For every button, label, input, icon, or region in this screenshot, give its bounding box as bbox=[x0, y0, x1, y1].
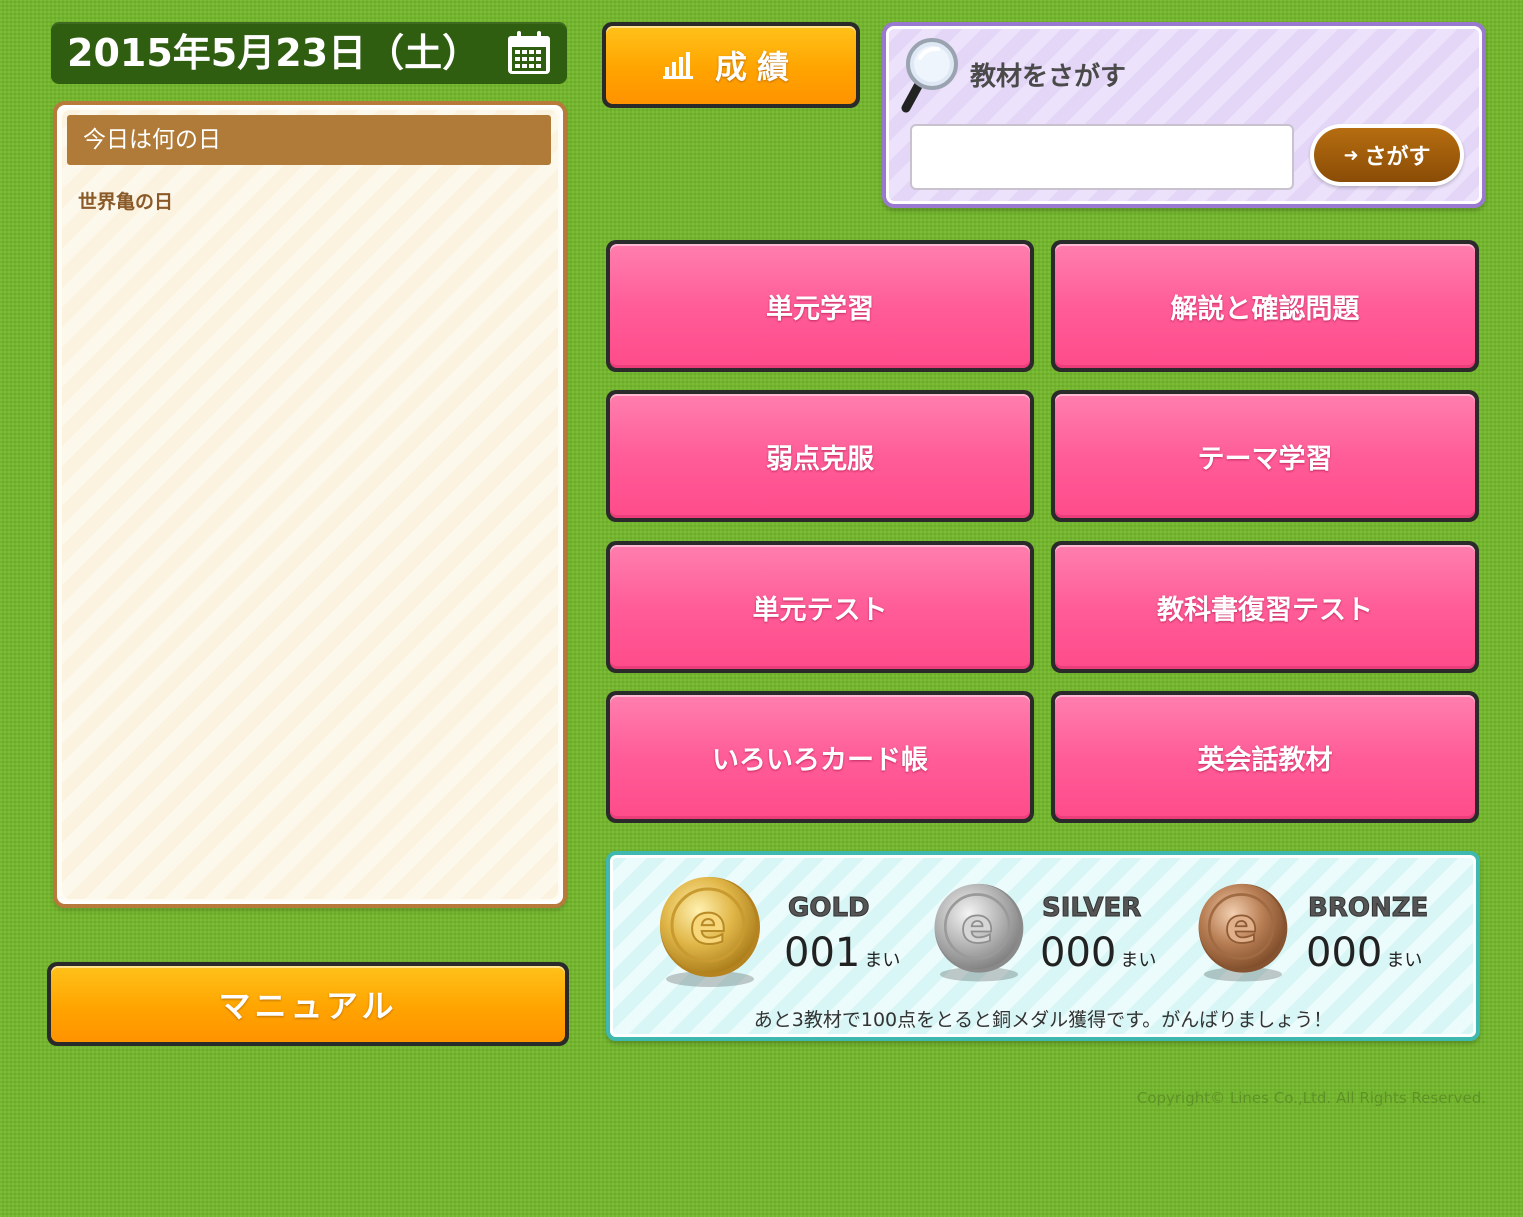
medal-message: あと3教材で100点をとると銅メダル獲得です。がんばりましょう！ bbox=[753, 1009, 1333, 1031]
menu-button-face[interactable]: 単元学習 bbox=[610, 244, 1030, 368]
menu-button-face[interactable]: 解説と確認問題 bbox=[1055, 244, 1475, 368]
bronze-count: 000 まい bbox=[1306, 929, 1422, 985]
today-info-panel: 今日は何の日 世界亀の日 bbox=[53, 101, 567, 908]
search-button[interactable]: ➜ さがす bbox=[1310, 124, 1464, 186]
panel-background bbox=[62, 110, 558, 899]
menu-button-weakness[interactable]: 弱点克服 bbox=[606, 390, 1034, 522]
menu-button-label: 解説と確認問題 bbox=[1170, 293, 1360, 325]
menu-button-face[interactable]: 単元テスト bbox=[610, 545, 1030, 669]
grades-button-label: 成績 bbox=[714, 48, 799, 86]
gold-count-unit: まい bbox=[864, 950, 901, 971]
menu-button-theme-study[interactable]: テーマ学習 bbox=[1051, 390, 1479, 522]
menu-button-textbook-test[interactable]: 教科書復習テスト bbox=[1051, 541, 1479, 673]
search-button-label: さがす bbox=[1364, 145, 1431, 170]
today-info-header: 今日は何の日 bbox=[67, 115, 551, 165]
menu-button-label: 英会話教材 bbox=[1197, 744, 1333, 776]
current-date: 2015年5月23日（土） bbox=[67, 31, 481, 75]
grades-button[interactable]: 成績 bbox=[602, 22, 860, 108]
grades-button-face[interactable]: 成績 bbox=[606, 26, 856, 104]
silver-count-unit: まい bbox=[1120, 950, 1157, 971]
gold-medal-icon: e bbox=[660, 877, 760, 987]
menu-button-label: 弱点克服 bbox=[766, 443, 874, 475]
menu-button-explanation[interactable]: 解説と確認問題 bbox=[1051, 240, 1479, 372]
calendar-icon[interactable] bbox=[505, 30, 553, 76]
silver-medal-icon: e bbox=[934, 883, 1024, 982]
gold-count: 001 まい bbox=[784, 929, 900, 985]
silver-count: 000 まい bbox=[1040, 929, 1156, 985]
manual-button-face[interactable]: マニュアル bbox=[51, 966, 565, 1042]
gold-count-value: 001 bbox=[784, 930, 861, 976]
svg-text:e: e bbox=[690, 893, 727, 956]
date-bar: 2015年5月23日（土） bbox=[51, 22, 567, 84]
bar-chart-icon bbox=[662, 52, 693, 79]
svg-text:e: e bbox=[1225, 899, 1257, 954]
bronze-label: BRONZE bbox=[1307, 893, 1429, 924]
silver-count-value: 000 bbox=[1040, 930, 1117, 976]
magnifier-icon bbox=[901, 38, 958, 113]
menu-button-card-book[interactable]: いろいろカード帳 bbox=[606, 691, 1034, 823]
silver-label: SILVER bbox=[1041, 893, 1142, 924]
today-info-content: 世界亀の日 bbox=[78, 191, 174, 213]
menu-button-face[interactable]: 教科書復習テスト bbox=[1055, 545, 1475, 669]
manual-button[interactable]: マニュアル bbox=[47, 962, 569, 1046]
menu-button-english[interactable]: 英会話教材 bbox=[1051, 691, 1479, 823]
menu-button-label: 単元学習 bbox=[766, 293, 874, 325]
arrow-right-icon: ➜ bbox=[1343, 144, 1359, 166]
menu-button-unit-test[interactable]: 単元テスト bbox=[606, 541, 1034, 673]
today-info-title: 今日は何の日 bbox=[83, 127, 221, 153]
bronze-count-value: 000 bbox=[1306, 930, 1383, 976]
menu-button-unit-study[interactable]: 単元学習 bbox=[606, 240, 1034, 372]
bronze-count-unit: まい bbox=[1386, 950, 1423, 971]
menu-button-face[interactable]: 弱点克服 bbox=[610, 394, 1030, 518]
manual-button-label: マニュアル bbox=[218, 987, 398, 1025]
menu-button-label: 教科書復習テスト bbox=[1157, 594, 1373, 626]
copyright-text: Copyright© Lines Co.,Ltd. All Rights Res… bbox=[1136, 1089, 1486, 1107]
svg-text:e: e bbox=[961, 899, 993, 954]
menu-button-face[interactable]: テーマ学習 bbox=[1055, 394, 1475, 518]
gold-label: GOLD bbox=[788, 893, 871, 924]
search-input[interactable] bbox=[910, 124, 1294, 190]
search-panel: 教材をさがす ➜ さがす bbox=[882, 22, 1486, 208]
menu-button-label: テーマ学習 bbox=[1197, 443, 1333, 475]
menu-button-label: 単元テスト bbox=[752, 594, 888, 626]
menu-button-label: いろいろカード帳 bbox=[712, 744, 928, 776]
search-button-face[interactable]: ➜ さがす bbox=[1314, 128, 1460, 182]
search-title: 教材をさがす bbox=[970, 62, 1127, 92]
menu-button-face[interactable]: 英会話教材 bbox=[1055, 695, 1475, 819]
menu-button-face[interactable]: いろいろカード帳 bbox=[610, 695, 1030, 819]
medal-panel: e GOLD 001 まい e SILVER 000 まい e BRONZE 000… bbox=[606, 851, 1480, 1041]
bronze-medal-icon: e bbox=[1198, 883, 1288, 982]
